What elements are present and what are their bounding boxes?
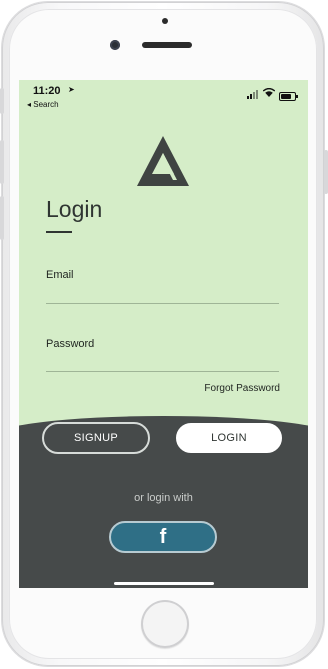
volume-up-button <box>0 140 4 184</box>
title-underline <box>46 231 72 233</box>
wifi-icon <box>262 87 276 100</box>
email-label: Email <box>46 269 74 281</box>
password-label: Password <box>46 338 95 350</box>
mute-switch <box>0 88 4 114</box>
power-button <box>324 150 328 194</box>
location-arrow-icon: ➤ <box>68 85 75 94</box>
home-indicator <box>114 582 214 585</box>
home-button[interactable] <box>141 600 189 648</box>
signal-icon <box>247 89 260 99</box>
back-to-search-link[interactable]: ◂ Search <box>27 100 59 109</box>
app-logo-icon <box>137 136 189 186</box>
signup-button[interactable]: SIGNUP <box>42 422 150 454</box>
status-bar: 11:20 ➤ ◂ Search <box>19 80 308 112</box>
email-field[interactable] <box>46 283 279 304</box>
facebook-login-button[interactable]: f <box>109 521 217 553</box>
password-field[interactable] <box>46 351 279 372</box>
login-button[interactable]: LOGIN <box>175 422 283 454</box>
facebook-icon: f <box>159 525 167 548</box>
or-login-with-text: or login with <box>134 492 193 504</box>
forgot-password-link[interactable]: Forgot Password <box>204 383 280 394</box>
front-camera <box>110 40 120 50</box>
status-time: 11:20 <box>33 85 61 97</box>
volume-down-button <box>0 196 4 240</box>
battery-icon <box>279 92 298 101</box>
page-title: Login <box>46 196 103 222</box>
earpiece-speaker <box>142 42 192 48</box>
app-screen: 11:20 ➤ ◂ Search Login Email Password Fo… <box>19 80 308 588</box>
proximity-sensor <box>162 18 168 24</box>
